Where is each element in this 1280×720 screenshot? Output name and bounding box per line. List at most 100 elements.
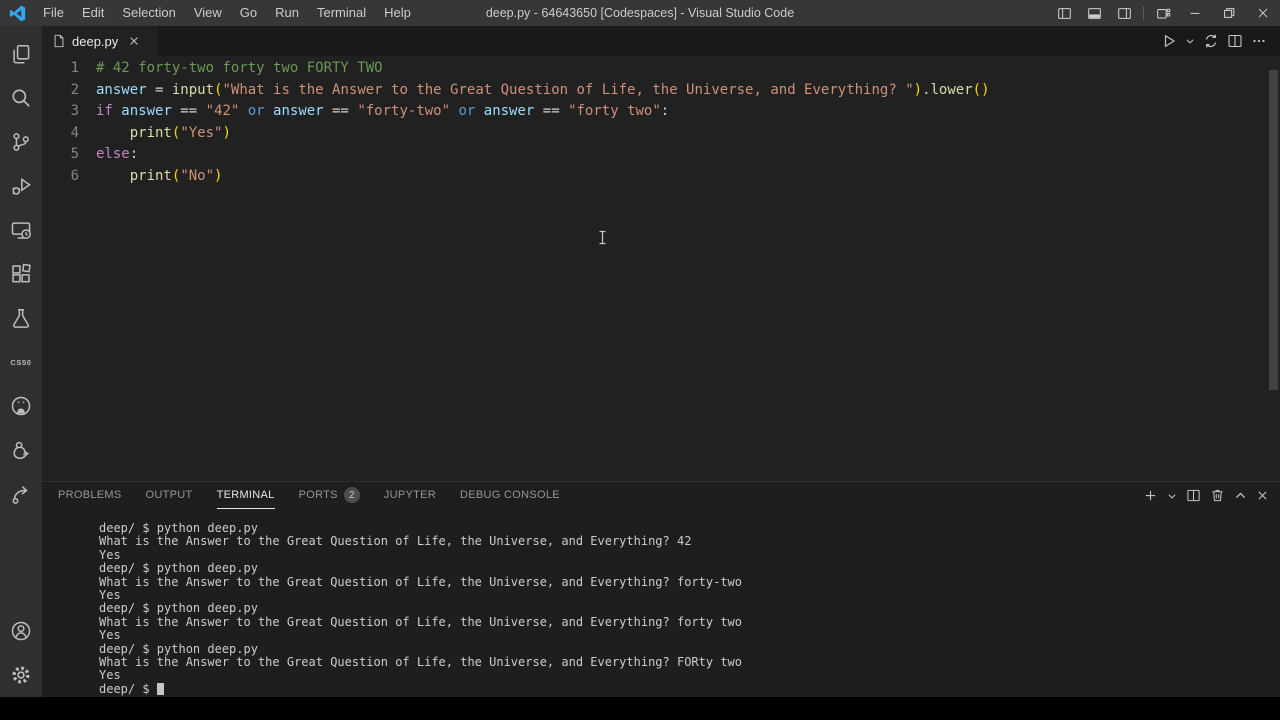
activity-bar: CS50	[0, 26, 42, 697]
split-editor-icon	[1228, 34, 1242, 48]
customize-layout-icon[interactable]	[1148, 0, 1178, 26]
terminal-line: Yes	[99, 547, 121, 562]
panel-tab-label: OUTPUT	[145, 489, 193, 501]
code-text: print("No")	[129, 167, 223, 184]
search-icon[interactable]	[0, 76, 42, 120]
window-controls	[1049, 0, 1280, 26]
run-icon	[1164, 34, 1176, 48]
maximize-panel-button[interactable]	[1231, 486, 1250, 505]
menu-edit[interactable]: Edit	[73, 0, 113, 26]
menu-view[interactable]: View	[185, 0, 231, 26]
plus-icon	[1145, 490, 1156, 501]
split-terminal-button[interactable]	[1183, 485, 1204, 506]
code-text: else:	[96, 146, 139, 162]
github-icon[interactable]	[0, 384, 42, 428]
tab-bar: deep.py	[42, 26, 1280, 56]
panel-tab-jupyter[interactable]: JUPYTER	[384, 482, 436, 509]
terminal-line: What is the Answer to the Great Question…	[99, 614, 742, 629]
mouse-ibeam-cursor	[598, 230, 607, 245]
submit-arrow-icon[interactable]	[0, 472, 42, 516]
vscode-logo-icon[interactable]	[0, 5, 34, 22]
vscode-window: File Edit Selection View Go Run Terminal Help d…	[0, 0, 1280, 720]
code-line: 1 # 42 forty-two forty two FORTY TWO	[42, 58, 1280, 80]
panel-tab-ports[interactable]: PORTS 2	[299, 482, 360, 509]
code-line: 6 print("No")	[42, 166, 1280, 188]
new-terminal-button[interactable]	[1140, 485, 1161, 506]
code-line: 4 print("Yes")	[42, 123, 1280, 145]
terminal-line: Yes	[99, 588, 121, 603]
line-number: 4	[70, 124, 79, 141]
panel-tab-debug-console[interactable]: DEBUG CONSOLE	[460, 482, 560, 509]
file-icon	[54, 34, 64, 48]
run-dropdown-button[interactable]	[1182, 33, 1198, 49]
tab-close-icon[interactable]	[128, 35, 140, 47]
chevron-up-icon	[1235, 492, 1246, 498]
line-number: 3	[70, 103, 79, 119]
chevron-down-icon	[1168, 493, 1176, 499]
settings-gear-icon[interactable]	[0, 653, 42, 697]
cs50-label: CS50	[10, 357, 32, 367]
code-line: 3 if answer == "42" or answer == "forty-t…	[42, 101, 1280, 123]
run-button[interactable]	[1158, 30, 1180, 52]
split-terminal-icon	[1187, 489, 1200, 502]
close-button[interactable]	[1246, 0, 1280, 26]
terminal-cursor	[156, 682, 164, 695]
terminal-output[interactable]: deep/ $ python deep.py What is the Answer…	[42, 509, 1280, 697]
kill-terminal-button[interactable]	[1207, 485, 1228, 506]
terminal-line: deep/ $ python deep.py	[99, 601, 258, 616]
panel-tab-terminal[interactable]: TERMINAL	[216, 482, 275, 509]
panel-tab-label: PROBLEMS	[58, 489, 122, 501]
remote-explorer-icon[interactable]	[0, 208, 42, 252]
panel-tab-label: JUPYTER	[383, 489, 437, 501]
terminal-line: What is the Answer to the Great Question…	[99, 574, 742, 589]
panel-tab-label: TERMINAL	[216, 489, 275, 501]
open-changes-button[interactable]	[1200, 30, 1222, 52]
minimize-button[interactable]	[1178, 0, 1212, 26]
terminal-line: deep/ $	[99, 682, 1280, 696]
split-editor-button[interactable]	[1224, 30, 1246, 52]
terminal-line: Yes	[99, 628, 121, 643]
code-editor[interactable]: 1 # 42 forty-two forty two FORTY TWO 2 answ…	[42, 56, 1280, 481]
menu-run[interactable]: Run	[266, 0, 308, 26]
launch-profile-dropdown-button[interactable]	[1164, 488, 1180, 504]
toggle-secondary-sidebar-icon[interactable]	[1109, 0, 1139, 26]
code-line: 2 answer = input("What is the Answer to t…	[42, 80, 1280, 102]
source-control-icon[interactable]	[0, 120, 42, 164]
cs50-icon[interactable]: CS50	[0, 340, 42, 384]
menu-go[interactable]: Go	[231, 0, 266, 26]
run-and-debug-icon[interactable]	[0, 164, 42, 208]
toggle-primary-sidebar-icon[interactable]	[1049, 0, 1079, 26]
accounts-icon[interactable]	[0, 609, 42, 653]
code-text: answer = input("What is the Answer to th…	[96, 81, 990, 98]
menu-selection[interactable]: Selection	[113, 0, 184, 26]
titlebar-separator	[1143, 6, 1144, 20]
panel-actions	[1140, 482, 1272, 509]
panel-tab-problems[interactable]: PROBLEMS	[58, 482, 122, 509]
terminal-line: deep/ $ python deep.py	[99, 561, 258, 576]
trash-icon	[1212, 489, 1223, 502]
duck-debugger-icon[interactable]	[0, 428, 42, 472]
panel-tab-output[interactable]: OUTPUT	[146, 482, 193, 509]
panel-header: PROBLEMS OUTPUT TERMINAL PORTS 2 JUPYTER DEBUG…	[42, 482, 1280, 509]
menu-file[interactable]: File	[34, 0, 73, 26]
code-text: # 42 forty-two forty two FORTY TWO	[96, 60, 383, 76]
explorer-icon[interactable]	[0, 32, 42, 76]
tab-deep-py[interactable]: deep.py	[42, 26, 158, 56]
restore-button[interactable]	[1212, 0, 1246, 26]
menu-terminal[interactable]: Terminal	[308, 0, 375, 26]
line-number: 2	[70, 81, 79, 98]
testing-icon[interactable]	[0, 296, 42, 340]
line-number: 6	[70, 167, 79, 184]
ellipsis-icon	[1253, 39, 1265, 43]
line-number: 5	[70, 146, 79, 162]
code-text: print("Yes")	[129, 124, 231, 141]
menu-help[interactable]: Help	[375, 0, 420, 26]
code-line: 5 else:	[42, 144, 1280, 166]
close-panel-button[interactable]	[1253, 486, 1272, 505]
more-actions-button[interactable]	[1248, 30, 1270, 52]
terminal-line: Yes	[99, 668, 121, 683]
toggle-panel-icon[interactable]	[1079, 0, 1109, 26]
editor-actions	[1158, 26, 1280, 56]
editor-scrollbar[interactable]	[1269, 70, 1278, 390]
extensions-icon[interactable]	[0, 252, 42, 296]
